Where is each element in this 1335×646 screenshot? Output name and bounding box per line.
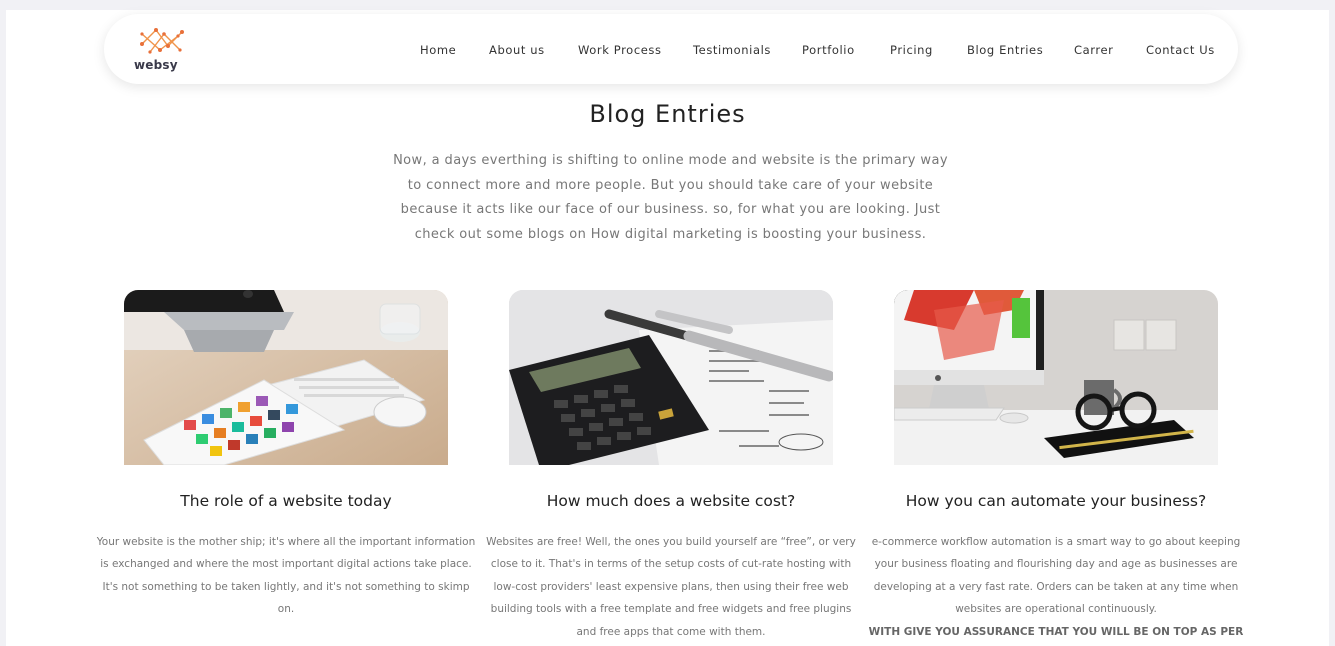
section-intro: Now, a days everthing is shifting to onl… [393, 153, 948, 242]
nav-testimonials[interactable]: Testimonials [693, 43, 771, 57]
blog-card-emphasis: WITH GIVE YOU ASSURANCE THAT YOU WILL BE… [868, 626, 1244, 638]
nav-work-process[interactable]: Work Process [578, 43, 662, 57]
logo-text: websy [134, 58, 178, 72]
blog-card-title[interactable]: The role of a website today [96, 492, 476, 510]
nav-pricing[interactable]: Pricing [890, 43, 933, 57]
nav-portfolio[interactable]: Portfolio [802, 43, 855, 57]
logo[interactable]: websy [130, 24, 190, 76]
calculator-pen-paper-image[interactable] [509, 290, 833, 465]
desktop-monitor-glasses-image[interactable] [894, 290, 1218, 465]
blog-card-title[interactable]: How much does a website cost? [481, 492, 861, 510]
blog-card-text: Your website is the mother ship; it's wh… [96, 536, 476, 616]
nav-about-us[interactable]: About us [489, 43, 545, 57]
blog-card-title[interactable]: How you can automate your business? [866, 492, 1246, 510]
desk-tablet-keyboard-image[interactable] [124, 290, 448, 465]
nav-contact-us[interactable]: Contact Us [1146, 43, 1215, 57]
nav-blog-entries[interactable]: Blog Entries [967, 43, 1043, 57]
navbar: websy Home About us Work Process Testimo… [104, 14, 1238, 84]
nav-home[interactable]: Home [420, 43, 456, 57]
blog-card-text: Websites are free! Well, the ones you bu… [486, 536, 856, 638]
nav-carrer[interactable]: Carrer [1074, 43, 1113, 57]
logo-network-icon [140, 28, 184, 54]
blog-card-text: e-commerce workflow automation is a smar… [871, 536, 1241, 616]
page: websy Home About us Work Process Testimo… [6, 10, 1329, 646]
section-title: Blog Entries [589, 100, 746, 128]
